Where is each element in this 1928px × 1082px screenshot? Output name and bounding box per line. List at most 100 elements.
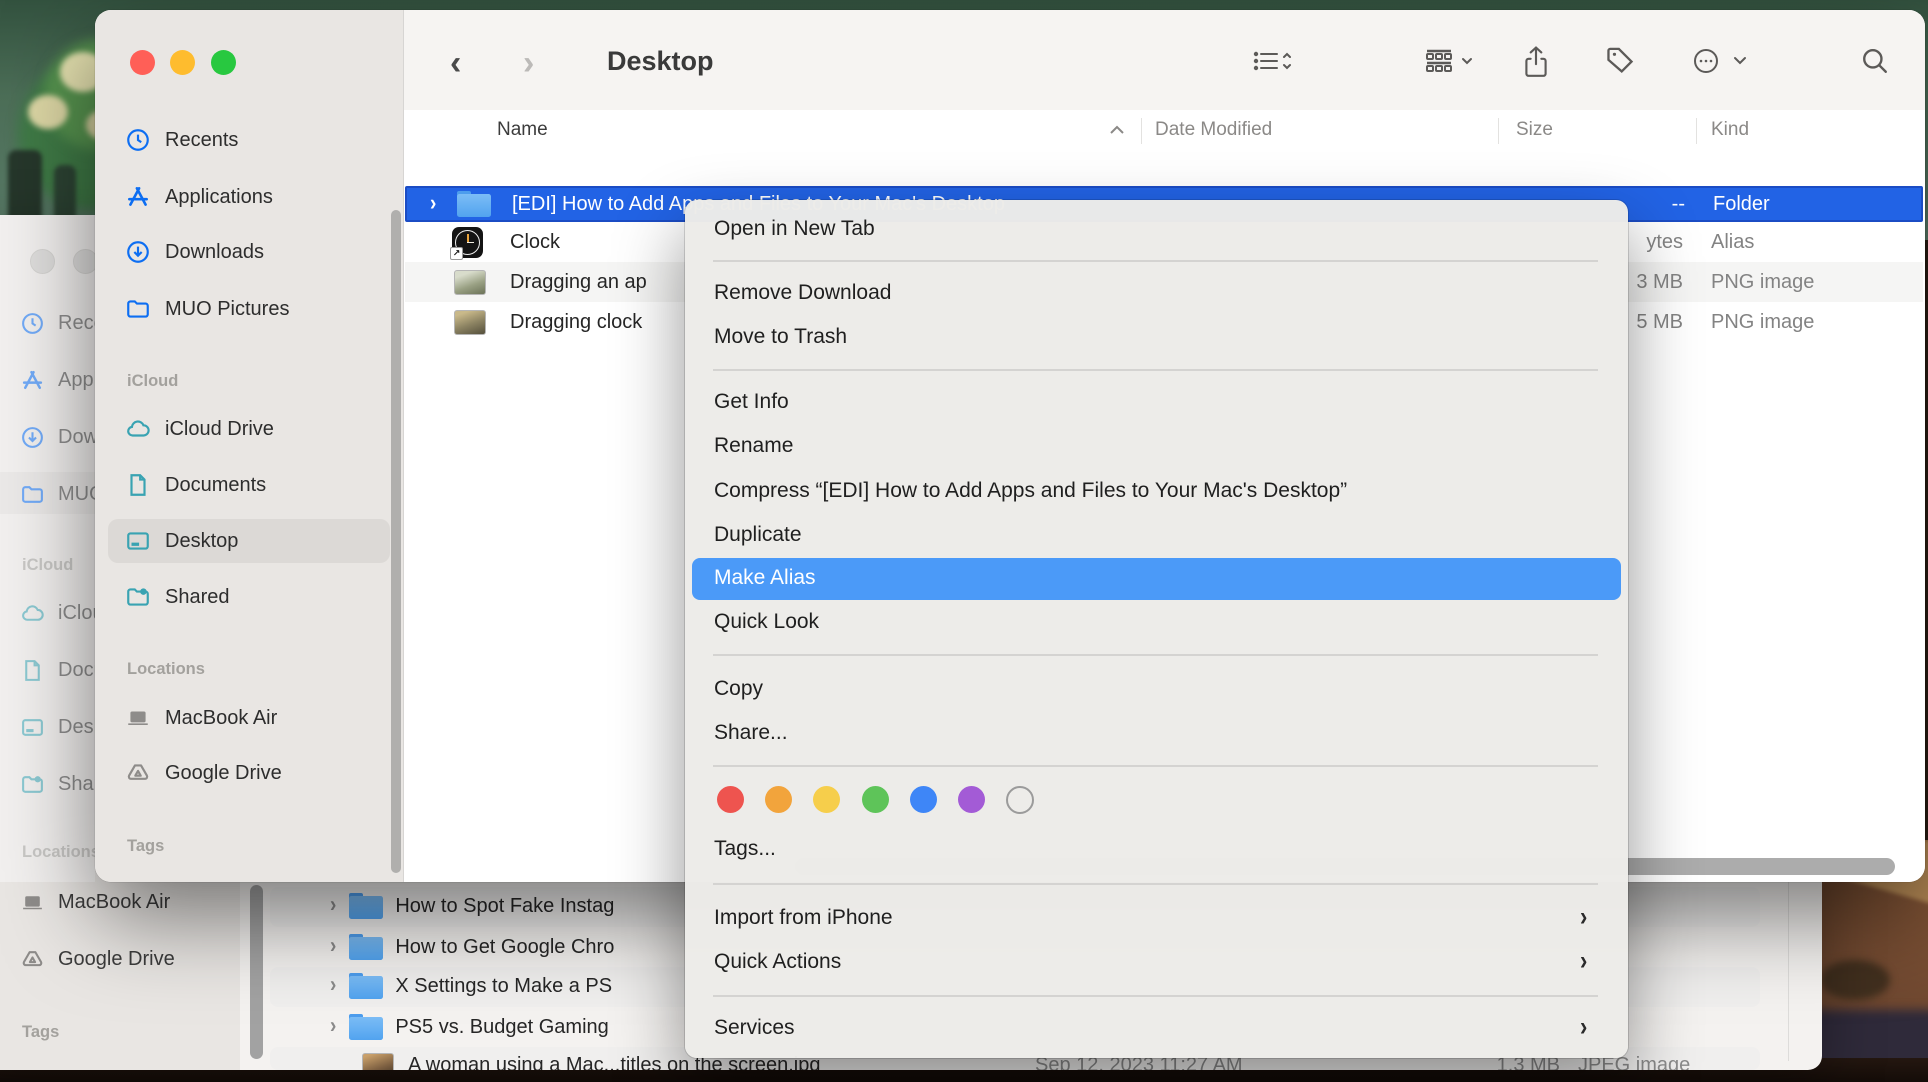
disclosure-chevron-icon[interactable]: › [330,1014,336,1039]
google-drive-icon [20,947,45,972]
sidebar-label: MUO Pictures [165,298,289,321]
menu-item-compress[interactable]: Compress “[EDI] How to Add Apps and File… [714,479,1347,503]
menu-separator [713,883,1598,885]
column-header-name[interactable]: Name [497,119,548,141]
disclosure-chevron-icon[interactable]: › [330,973,336,998]
bg-sidebar-item-macbook-air[interactable]: MacBook Air [20,884,170,920]
menu-item-quick-actions[interactable]: Quick Actions [714,950,841,974]
column-headers: Name Date Modified Size Kind [404,110,1925,153]
search-button[interactable] [1861,46,1889,81]
app-store-icon [125,184,151,210]
list-view-icon [1253,46,1291,76]
submenu-chevron-icon: › [1580,901,1587,932]
column-divider[interactable] [1696,118,1697,144]
menu-item-duplicate[interactable]: Duplicate [714,523,802,547]
more-actions-button[interactable] [1693,46,1749,81]
forward-button[interactable]: › [523,44,534,83]
sidebar-item-recents[interactable]: Recents [125,120,238,160]
file-name: Dragging clock [510,311,642,334]
close-button[interactable] [130,50,155,75]
shadow-veil [0,215,95,882]
tags-button[interactable] [1605,46,1635,81]
bg-file-name: How to Spot Fake Instag [395,895,614,918]
bg-file-row[interactable]: › How to Spot Fake Instag [330,886,614,926]
image-thumbnail [362,1053,394,1071]
sidebar-header-locations: Locations [127,660,205,679]
sidebar-label: Recents [165,129,238,152]
bg-sidebar-scrollbar[interactable] [250,885,263,1059]
sidebar-item-applications[interactable]: Applications [125,177,273,217]
group-by-button[interactable] [1425,46,1473,81]
bg-file-row[interactable]: › PS5 vs. Budget Gaming [330,1007,609,1047]
tag-color-blue[interactable] [910,786,937,813]
sidebar-item-google-drive[interactable]: Google Drive [125,753,282,793]
column-header-kind[interactable]: Kind [1711,119,1749,141]
back-button[interactable]: ‹ [450,44,461,83]
sidebar-item-downloads[interactable]: Downloads [125,232,264,272]
disclosure-chevron-icon[interactable]: › [330,934,336,959]
menu-item-open-in-new-tab[interactable]: Open in New Tab [714,217,875,241]
sidebar-label: Downloads [165,241,264,264]
sidebar-item-shared[interactable]: Shared [125,577,230,617]
bg-file-name: X Settings to Make a PS [395,975,612,998]
menu-item-move-to-trash[interactable]: Move to Trash [714,325,847,349]
sidebar-item-documents[interactable]: Documents [125,465,266,505]
menu-separator [713,765,1598,767]
clock-app-icon: ↗ [452,227,483,258]
list-view-button[interactable] [1253,46,1291,81]
sidebar-header-tags: Tags [127,837,164,856]
document-icon [125,472,151,498]
sidebar-label: Documents [165,474,266,497]
bg-sidebar-item-google-drive[interactable]: Google Drive [20,941,175,977]
menu-item-make-alias[interactable]: Make Alias [692,558,1621,600]
menu-item-remove-download[interactable]: Remove Download [714,281,891,305]
laptop-icon [20,890,45,915]
image-thumbnail [454,310,486,335]
menu-item-copy[interactable]: Copy [714,677,763,701]
menu-item-rename[interactable]: Rename [714,434,793,458]
sidebar-item-icloud-drive[interactable]: iCloud Drive [125,409,274,449]
share-icon [1523,46,1549,78]
zoom-button[interactable] [211,50,236,75]
bg-file-row[interactable]: › X Settings to Make a PS [330,966,612,1006]
sidebar-label: MacBook Air [165,707,277,730]
disclosure-chevron-icon[interactable]: › [330,893,336,918]
menu-item-share[interactable]: Share... [714,721,788,745]
file-kind: PNG image [1711,311,1814,334]
clock-icon [125,127,151,153]
file-kind: PNG image [1711,271,1814,294]
ellipsis-circle-icon [1693,46,1749,76]
image-thumbnail [454,270,486,295]
tag-color-none[interactable] [1006,786,1034,814]
sidebar-item-macbook-air[interactable]: MacBook Air [125,698,277,738]
tag-color-red[interactable] [717,786,744,813]
bg-file-row[interactable]: › How to Get Google Chro [330,927,614,967]
disclosure-chevron-icon[interactable]: › [430,191,436,216]
column-divider[interactable] [1141,118,1142,144]
tag-color-green[interactable] [862,786,889,813]
menu-item-import-from-iphone[interactable]: Import from iPhone [714,906,893,930]
column-header-size[interactable]: Size [1516,119,1553,141]
file-name: Dragging an ap [510,271,647,294]
tag-icon [1605,46,1635,76]
menu-item-quick-look[interactable]: Quick Look [714,610,819,634]
column-divider[interactable] [1498,118,1499,144]
folder-icon [349,934,383,960]
menu-item-services[interactable]: Services [714,1016,795,1040]
sidebar-item-muo-pictures[interactable]: MUO Pictures [125,289,289,329]
tag-color-yellow[interactable] [813,786,840,813]
minimize-button[interactable] [170,50,195,75]
bg-sidebar-header-tags: Tags [22,1023,59,1042]
share-button[interactable] [1523,46,1549,83]
column-header-date[interactable]: Date Modified [1155,119,1272,141]
menu-separator [713,369,1598,371]
tag-color-orange[interactable] [765,786,792,813]
sidebar-item-desktop[interactable]: Desktop [125,521,238,561]
sidebar-scrollbar[interactable] [391,210,401,873]
download-circle-icon [125,239,151,265]
menu-item-tags[interactable]: Tags... [714,837,776,861]
menu-item-label: Make Alias [714,566,816,590]
context-menu: Open in New Tab Remove Download Move to … [685,200,1628,1058]
menu-item-get-info[interactable]: Get Info [714,390,789,414]
tag-color-purple[interactable] [958,786,985,813]
